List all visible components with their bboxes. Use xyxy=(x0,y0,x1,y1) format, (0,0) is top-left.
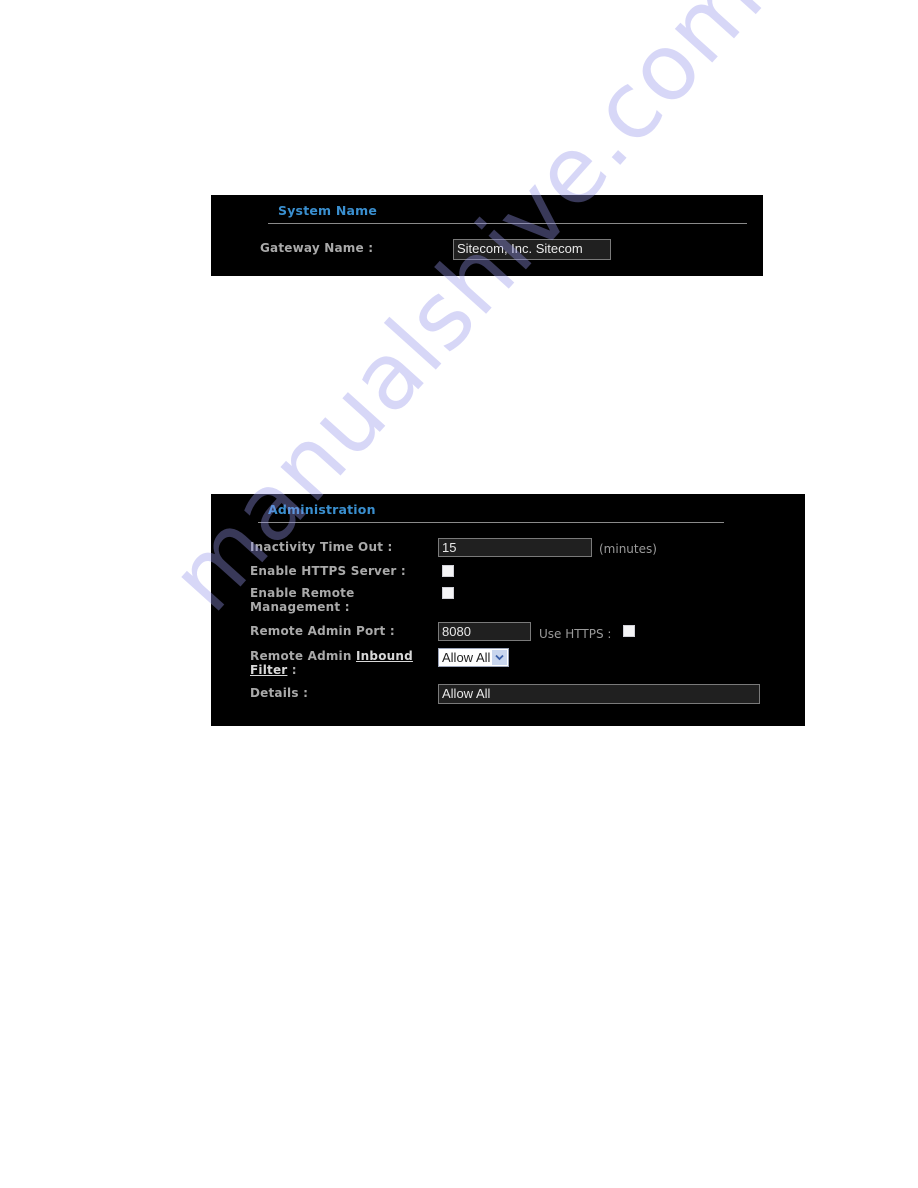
inbound-filter-selected-value: Allow All xyxy=(442,650,491,665)
inbound-filter-label-suffix: : xyxy=(287,663,297,677)
inactivity-timeout-input[interactable]: 15 xyxy=(438,538,592,557)
inbound-filter-select[interactable]: Allow All xyxy=(438,648,510,667)
enable-remote-management-label-line2: Management : xyxy=(250,600,350,614)
details-label: Details : xyxy=(250,686,309,700)
administration-section-title: Administration xyxy=(268,502,376,517)
system-name-section-title: System Name xyxy=(278,203,378,218)
section-divider xyxy=(258,522,724,523)
administration-panel: Administration Inactivity Time Out : 15 … xyxy=(211,494,805,726)
remote-admin-port-label: Remote Admin Port : xyxy=(250,624,395,638)
inbound-filter-link[interactable]: Inbound xyxy=(356,649,413,663)
enable-https-server-label: Enable HTTPS Server : xyxy=(250,564,406,578)
enable-remote-management-checkbox[interactable] xyxy=(442,587,454,599)
enable-remote-management-label: Enable Remote Management : xyxy=(250,586,354,614)
enable-https-server-checkbox[interactable] xyxy=(442,565,454,577)
inbound-filter-label: Remote Admin Inbound Filter : xyxy=(250,649,425,677)
inbound-filter-label-prefix: Remote Admin xyxy=(250,649,356,663)
chevron-down-icon[interactable] xyxy=(492,650,508,665)
inactivity-timeout-label: Inactivity Time Out : xyxy=(250,540,393,554)
details-field: Allow All xyxy=(438,684,760,704)
use-https-checkbox[interactable] xyxy=(623,625,635,637)
use-https-label: Use HTTPS : xyxy=(539,627,612,641)
system-name-panel: System Name Gateway Name : Sitecom, Inc.… xyxy=(211,195,763,276)
gateway-name-input[interactable]: Sitecom, Inc. Sitecom xyxy=(453,239,611,260)
gateway-name-label: Gateway Name : xyxy=(260,241,374,255)
remote-admin-port-input[interactable]: 8080 xyxy=(438,622,531,641)
filter-link[interactable]: Filter xyxy=(250,663,287,677)
inactivity-timeout-unit: (minutes) xyxy=(599,542,657,556)
section-divider xyxy=(268,223,747,224)
enable-remote-management-label-line1: Enable Remote xyxy=(250,586,355,600)
